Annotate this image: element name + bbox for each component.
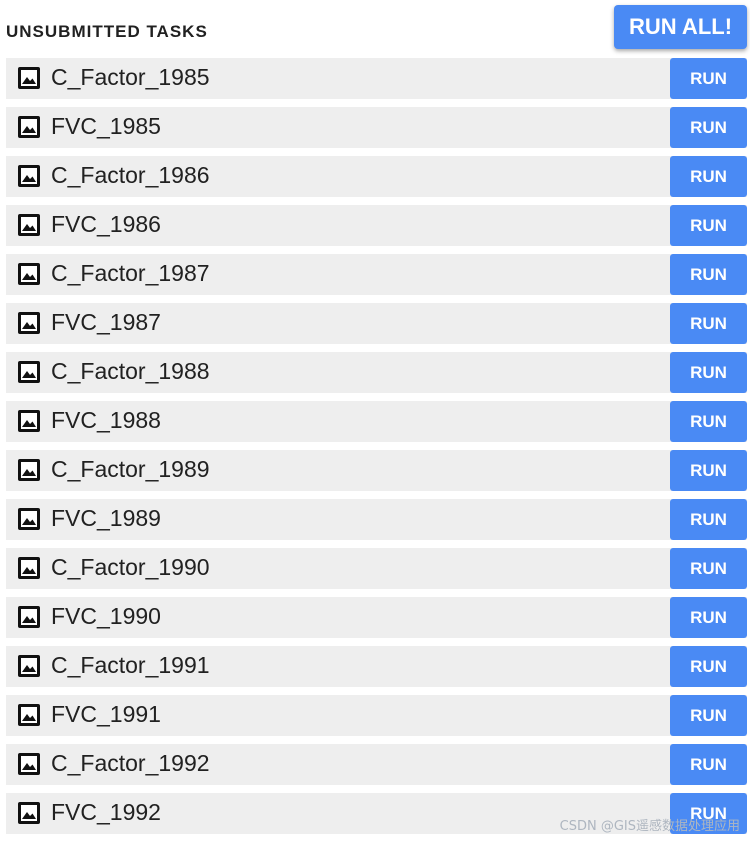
task-row: FVC_1985 RUN bbox=[6, 107, 747, 148]
run-button[interactable]: RUN bbox=[670, 352, 747, 393]
run-button[interactable]: RUN bbox=[670, 205, 747, 246]
task-row: C_Factor_1987 RUN bbox=[6, 254, 747, 295]
task-list: C_Factor_1985 RUN FVC_1985 RUN C_Factor_1986… bbox=[6, 58, 747, 842]
task-row: C_Factor_1989 RUN bbox=[6, 450, 747, 491]
watermark: CSDN @GIS遥感数据处理应用 bbox=[559, 819, 740, 834]
image-icon bbox=[18, 361, 40, 383]
image-icon bbox=[18, 606, 40, 628]
task-row: C_Factor_1988 RUN bbox=[6, 352, 747, 393]
image-icon bbox=[18, 214, 40, 236]
run-button[interactable]: RUN bbox=[670, 156, 747, 197]
task-row: FVC_1987 RUN bbox=[6, 303, 747, 344]
run-all-button[interactable]: RUN ALL! bbox=[614, 5, 747, 49]
task-name: FVC_1990 bbox=[51, 603, 161, 629]
task-row: C_Factor_1992 RUN bbox=[6, 744, 747, 785]
run-button[interactable]: RUN bbox=[670, 597, 747, 638]
run-button[interactable]: RUN bbox=[670, 646, 747, 687]
run-button[interactable]: RUN bbox=[670, 499, 747, 540]
task-row: C_Factor_1991 RUN bbox=[6, 646, 747, 687]
task-row: FVC_1986 RUN bbox=[6, 205, 747, 246]
image-icon bbox=[18, 116, 40, 138]
run-button[interactable]: RUN bbox=[670, 450, 747, 491]
task-name: C_Factor_1989 bbox=[51, 456, 210, 482]
task-row: FVC_1991 RUN bbox=[6, 695, 747, 736]
task-name: C_Factor_1992 bbox=[51, 750, 210, 776]
task-name: FVC_1986 bbox=[51, 211, 161, 237]
image-icon bbox=[18, 263, 40, 285]
image-icon bbox=[18, 802, 40, 824]
image-icon bbox=[18, 508, 40, 530]
task-row: FVC_1989 RUN bbox=[6, 499, 747, 540]
run-button[interactable]: RUN bbox=[670, 744, 747, 785]
image-icon bbox=[18, 67, 40, 89]
task-row: C_Factor_1990 RUN bbox=[6, 548, 747, 589]
task-name: C_Factor_1985 bbox=[51, 64, 210, 90]
image-icon bbox=[18, 459, 40, 481]
task-name: C_Factor_1991 bbox=[51, 652, 210, 678]
task-name: FVC_1985 bbox=[51, 113, 161, 139]
tasks-header: UNSUBMITTED TASKS RUN ALL! bbox=[0, 0, 750, 58]
page-title: UNSUBMITTED TASKS bbox=[6, 22, 208, 41]
image-icon bbox=[18, 753, 40, 775]
task-row: C_Factor_1986 RUN bbox=[6, 156, 747, 197]
task-name: C_Factor_1990 bbox=[51, 554, 210, 580]
image-icon bbox=[18, 655, 40, 677]
task-name: C_Factor_1987 bbox=[51, 260, 210, 286]
task-row: FVC_1988 RUN bbox=[6, 401, 747, 442]
run-button[interactable]: RUN bbox=[670, 303, 747, 344]
run-button[interactable]: RUN bbox=[670, 254, 747, 295]
task-name: FVC_1992 bbox=[51, 799, 161, 825]
run-button[interactable]: RUN bbox=[670, 695, 747, 736]
task-name: FVC_1991 bbox=[51, 701, 161, 727]
task-name: C_Factor_1986 bbox=[51, 162, 210, 188]
task-name: C_Factor_1988 bbox=[51, 358, 210, 384]
image-icon bbox=[18, 165, 40, 187]
task-name: FVC_1989 bbox=[51, 505, 161, 531]
task-name: FVC_1988 bbox=[51, 407, 161, 433]
run-button[interactable]: RUN bbox=[670, 58, 747, 99]
task-name: FVC_1987 bbox=[51, 309, 161, 335]
run-button[interactable]: RUN bbox=[670, 401, 747, 442]
image-icon bbox=[18, 704, 40, 726]
image-icon bbox=[18, 312, 40, 334]
task-row: C_Factor_1985 RUN bbox=[6, 58, 747, 99]
image-icon bbox=[18, 557, 40, 579]
run-button[interactable]: RUN bbox=[670, 548, 747, 589]
image-icon bbox=[18, 410, 40, 432]
task-row: FVC_1990 RUN bbox=[6, 597, 747, 638]
run-button[interactable]: RUN bbox=[670, 107, 747, 148]
